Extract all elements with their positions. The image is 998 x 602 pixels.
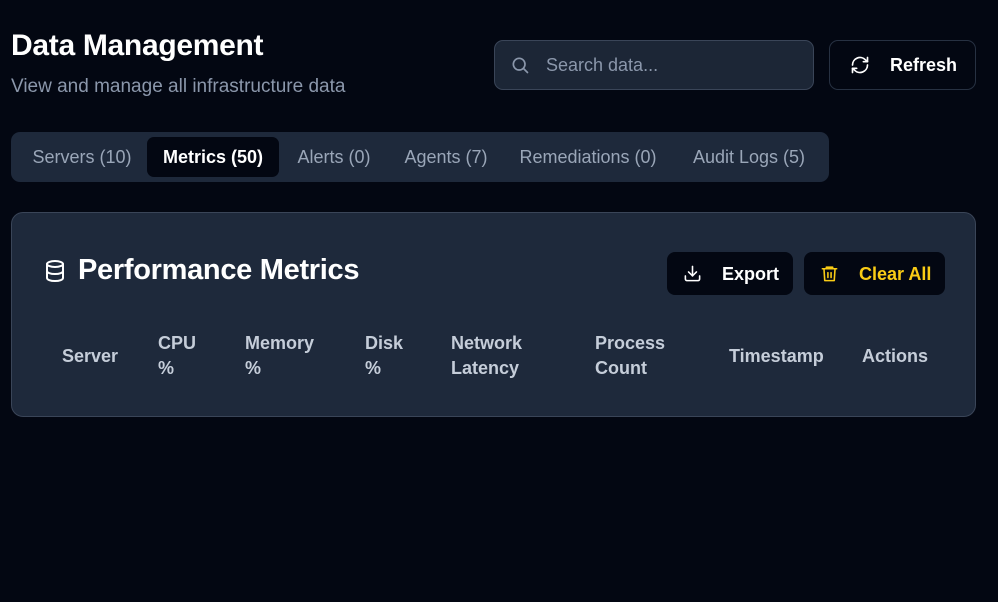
data-management-page: Data Management View and manage all infr… <box>0 0 998 602</box>
refresh-icon <box>851 56 869 74</box>
column-header-cpu[interactable]: CPU % <box>158 331 196 381</box>
tab-servers[interactable]: Servers (10) <box>19 137 145 177</box>
column-header-actions: Actions <box>862 346 929 366</box>
column-header-timestamp[interactable]: Timestamp <box>729 344 824 369</box>
page-title: Data Management <box>11 29 264 62</box>
page-subtitle: View and manage all infrastructure data <box>11 76 346 97</box>
tab-remediations[interactable]: Remediations (0) <box>507 137 669 177</box>
column-header-server[interactable]: Server <box>62 344 118 369</box>
refresh-button[interactable]: Refresh <box>829 40 976 90</box>
column-header-disk[interactable]: Disk % <box>365 331 403 381</box>
column-header-process-count[interactable]: Process Count <box>595 331 665 381</box>
export-label: Export <box>722 264 780 284</box>
tab-alerts[interactable]: Alerts (0) <box>282 137 386 177</box>
search-input[interactable]: Search data... <box>494 40 814 90</box>
download-icon <box>684 265 701 282</box>
clear-all-button[interactable]: Clear All <box>804 252 945 295</box>
trash-icon <box>821 266 838 282</box>
search-placeholder: Search data... <box>546 55 659 75</box>
performance-metrics-panel: Performance Metrics Export Clear All Ser… <box>11 212 976 417</box>
column-header-network-latency[interactable]: Network Latency <box>451 331 522 381</box>
tab-metrics[interactable]: Metrics (50) <box>147 137 279 177</box>
tab-agents[interactable]: Agents (7) <box>391 137 501 177</box>
database-icon <box>46 260 64 282</box>
column-header-memory[interactable]: Memory % <box>245 331 314 381</box>
export-button[interactable]: Export <box>667 252 793 295</box>
clear-all-label: Clear All <box>859 264 932 284</box>
refresh-label: Refresh <box>890 55 958 75</box>
panel-title: Performance Metrics <box>78 254 360 286</box>
search-icon <box>512 57 529 74</box>
tab-audit-logs[interactable]: Audit Logs (5) <box>677 137 821 177</box>
data-tabs: Servers (10) Metrics (50) Alerts (0) Age… <box>11 132 829 182</box>
